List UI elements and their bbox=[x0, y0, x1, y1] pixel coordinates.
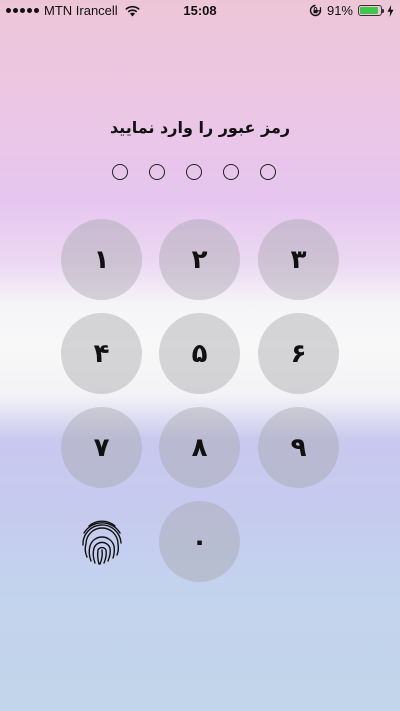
battery-fill bbox=[360, 7, 379, 14]
orientation-lock-icon bbox=[309, 4, 322, 17]
battery-percentage: 91% bbox=[326, 3, 353, 18]
key-5[interactable]: ۵ bbox=[159, 313, 240, 394]
key-3[interactable]: ۳ bbox=[258, 219, 339, 300]
touch-id-button[interactable] bbox=[61, 501, 142, 582]
key-6[interactable]: ۶ bbox=[258, 313, 339, 394]
key-1[interactable]: ۱ bbox=[61, 219, 142, 300]
status-right: 91% bbox=[309, 3, 394, 18]
key-4[interactable]: ۴ bbox=[61, 313, 142, 394]
passcode-dot bbox=[149, 164, 165, 180]
key-7[interactable]: ۷ bbox=[61, 407, 142, 488]
passcode-dot bbox=[186, 164, 202, 180]
passcode-dots bbox=[112, 164, 276, 180]
status-bar: MTN Irancell 15:08 91% bbox=[0, 0, 400, 22]
key-0[interactable]: ۰ bbox=[159, 501, 240, 582]
key-2[interactable]: ۲ bbox=[159, 219, 240, 300]
battery-icon bbox=[358, 5, 384, 16]
passcode-prompt: رمز عبور را وارد نمایید bbox=[109, 118, 291, 137]
charging-bolt-icon bbox=[387, 4, 394, 17]
fingerprint-icon bbox=[81, 520, 122, 565]
passcode-dot bbox=[260, 164, 276, 180]
key-8[interactable]: ۸ bbox=[159, 407, 240, 488]
key-9[interactable]: ۹ bbox=[258, 407, 339, 488]
passcode-dot bbox=[112, 164, 128, 180]
keypad: ۱ ۲ ۳ ۴ ۵ ۶ ۷ ۸ ۹ ۰ bbox=[61, 219, 339, 582]
passcode-dot bbox=[223, 164, 239, 180]
